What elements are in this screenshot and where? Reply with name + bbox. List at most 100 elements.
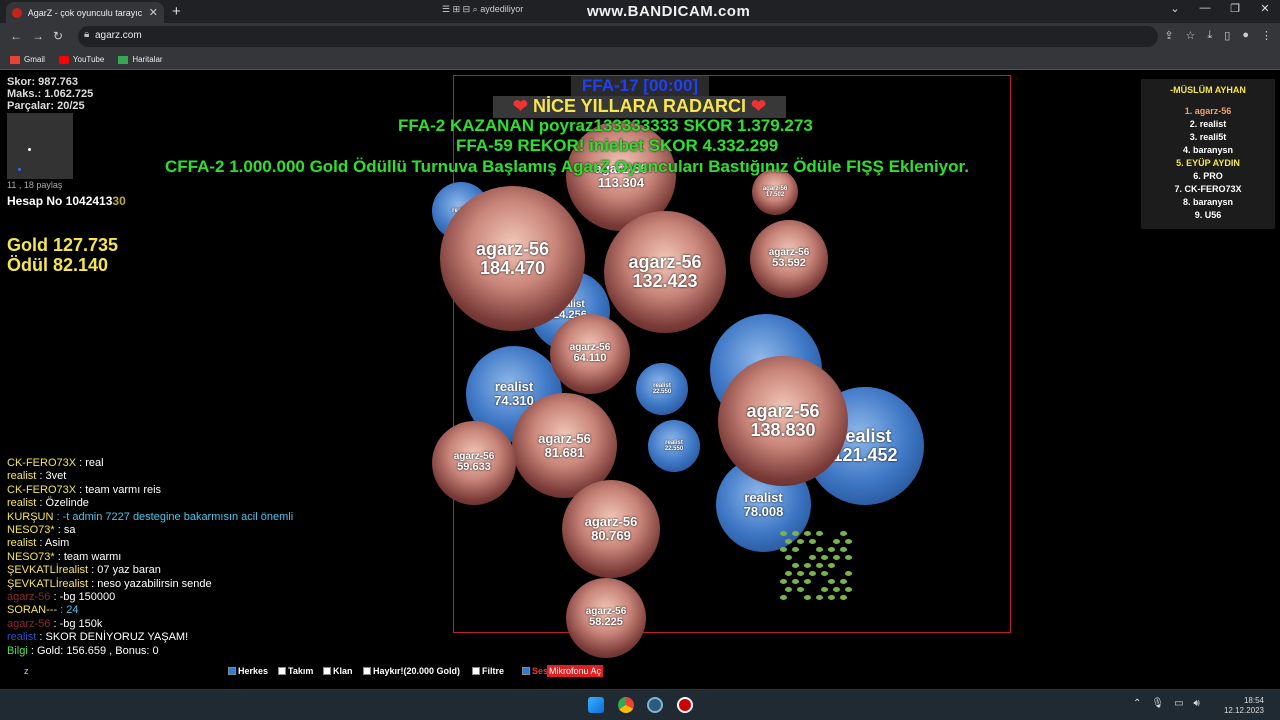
- cell-mass: 22.550: [664, 446, 684, 452]
- leaderboard-row: 9. U56: [1194, 210, 1222, 220]
- food-pellet: [780, 595, 787, 600]
- chat-user[interactable]: KURŞUN: [7, 511, 53, 523]
- chevron-up-icon[interactable]: ⌃: [1133, 698, 1141, 709]
- bookmark-maps[interactable]: Haritalar: [118, 55, 163, 64]
- score-panel: Skor: 987.763 Maks.: 1.062.725 Parçalar:…: [7, 76, 93, 112]
- food-pellet: [797, 587, 804, 592]
- address-bar-row: ← → ↻ 🔒︎ agarz.com ⇪ ☆ ⤓ ▯ ● ⋮: [0, 23, 1280, 50]
- checkbox-checked-icon: [228, 667, 236, 675]
- chat-input-hint[interactable]: z: [24, 666, 29, 676]
- sidepanel-icon[interactable]: ▯: [1224, 29, 1230, 42]
- chat-user[interactable]: NESO73*: [7, 551, 55, 563]
- omnibox[interactable]: 🔒︎ agarz.com: [78, 26, 1158, 47]
- player-cell: realist 22.550: [648, 420, 700, 472]
- player-cell: agarz-56 138.830: [718, 356, 848, 486]
- banner-message: NİCE YILLARA RADARCI: [532, 96, 746, 116]
- cell-mass: 184.470: [479, 257, 546, 278]
- gold-panel: Gold 127.735 Ödül 82.140: [7, 235, 118, 275]
- cell-mass: 59.633: [457, 461, 491, 474]
- volume-icon[interactable]: 🔊︎: [1194, 698, 1200, 709]
- maximize-button[interactable]: ❐: [1220, 2, 1250, 15]
- chat-user[interactable]: realist: [7, 631, 36, 643]
- mic-toggle-button[interactable]: Mikrofonu Aç: [547, 665, 604, 677]
- bookmark-star-icon[interactable]: ☆: [1186, 29, 1196, 42]
- bandicam-taskbar-icon[interactable]: [677, 697, 693, 713]
- tab-title: AgarZ - çok oyunculu tarayıcı oy: [27, 7, 143, 18]
- new-tab-button[interactable]: +: [172, 3, 181, 20]
- browser-actions: ⇪ ☆ ⤓ ▯ ● ⋮: [1164, 29, 1272, 42]
- filter-all-checkbox[interactable]: Herkes: [228, 666, 268, 676]
- back-icon[interactable]: ←: [10, 29, 22, 43]
- filter-team-checkbox[interactable]: Takım: [278, 666, 313, 676]
- forward-icon[interactable]: →: [32, 29, 44, 43]
- filter-checkbox[interactable]: Filtre: [472, 666, 504, 676]
- food-pellet: [821, 571, 828, 576]
- microphone-icon[interactable]: 🎙︎: [1151, 698, 1164, 709]
- download-icon[interactable]: ⤓: [1207, 29, 1212, 42]
- close-window-button[interactable]: ✕: [1250, 2, 1280, 15]
- chat-user[interactable]: NESO73*: [7, 524, 55, 536]
- chat-user[interactable]: agarz-56: [7, 618, 50, 630]
- cell-mass: 138.830: [750, 420, 816, 440]
- chat-user[interactable]: ŞEVKATLİrealist: [7, 564, 88, 576]
- cell-mass: 121.452: [832, 445, 898, 465]
- chat-message: NESO73* : sa: [7, 524, 293, 537]
- cell-mass: 132.423: [632, 271, 698, 291]
- minimize-button[interactable]: —: [1190, 2, 1220, 15]
- chat-text: : -bg 150000: [50, 591, 116, 604]
- chat-user[interactable]: Bilgi: [7, 645, 28, 657]
- food-pellet: [804, 563, 811, 568]
- leaderboard-row: 6. PRO: [1193, 171, 1223, 181]
- menu-icon[interactable]: ⋮: [1261, 29, 1272, 42]
- chat-message: realist : Özelinde: [7, 497, 293, 510]
- chat-message: CK-FERO73X : team varmı reis: [7, 484, 293, 497]
- app-taskbar-icon[interactable]: [647, 697, 663, 713]
- chat-user[interactable]: SORAN---: [7, 604, 57, 616]
- food-pellet: [809, 539, 816, 544]
- chat-user[interactable]: realist: [7, 497, 36, 509]
- food-pellet: [840, 595, 847, 600]
- leaderboard-row: 3. reali5t: [1189, 132, 1227, 142]
- chat-user[interactable]: CK-FERO73X: [7, 484, 76, 496]
- player-cell: agarz-56 64.110: [550, 314, 630, 394]
- food-pellet: [845, 587, 852, 592]
- leaderboard-row: 5. EYÜP AYDIN: [1176, 158, 1240, 168]
- tab-search-icon[interactable]: ⌄: [1160, 2, 1190, 15]
- browser-tab[interactable]: AgarZ - çok oyunculu tarayıcı oy ✕: [6, 2, 164, 23]
- chat-user[interactable]: realist: [7, 470, 36, 482]
- chat-user[interactable]: CK-FERO73X: [7, 457, 76, 469]
- food-pellet: [816, 531, 823, 536]
- sound-checkbox[interactable]: Ses: [522, 666, 548, 676]
- food-pellet: [816, 595, 823, 600]
- shout-checkbox[interactable]: Haykır!(20.000 Gold): [363, 666, 460, 676]
- player-cell: agarz-56 58.225: [566, 578, 646, 658]
- cell-mass: 53.592: [772, 257, 806, 270]
- cell-mass: 74.310: [494, 393, 534, 408]
- food-pellet: [833, 539, 840, 544]
- filter-clan-checkbox[interactable]: Klan: [323, 666, 353, 676]
- windows-start-icon[interactable]: [588, 697, 604, 713]
- chat-text: : -bg 150k: [50, 617, 103, 630]
- chat-text: : real: [76, 457, 104, 469]
- cell-mass: 17.502: [765, 192, 785, 198]
- chat-message: KURŞUN : -t admin 7227 destegine bakarmı…: [7, 511, 293, 524]
- celebration-banner: ❤ NİCE YILLARA RADARCI ❤: [493, 96, 786, 118]
- clock[interactable]: 18:54 12.12.2023: [1224, 696, 1264, 716]
- network-icon[interactable]: ▭: [1174, 698, 1183, 709]
- chat-text: : -t admin 7227 destegine bakarmısın aci…: [53, 510, 294, 523]
- chrome-taskbar-icon[interactable]: [618, 697, 634, 713]
- cell-mass: 113.304: [597, 175, 645, 190]
- reload-icon[interactable]: ↻: [53, 29, 63, 43]
- checkbox-icon: [363, 667, 371, 675]
- chat-user[interactable]: ŞEVKATLİrealist: [7, 578, 88, 590]
- chat-user[interactable]: realist: [7, 537, 36, 549]
- bookmark-label: Haritalar: [132, 55, 163, 64]
- share-icon[interactable]: ⇪: [1164, 29, 1173, 42]
- game-canvas[interactable]: realistrealist24.256realistrealist74.310…: [0, 71, 1280, 689]
- bookmark-youtube[interactable]: YouTube: [58, 55, 104, 64]
- bookmark-gmail[interactable]: Gmail: [10, 55, 45, 64]
- close-tab-icon[interactable]: ✕: [149, 6, 158, 19]
- profile-icon[interactable]: ●: [1242, 29, 1249, 42]
- chat-text: : neso yazabilirsin sende: [88, 577, 212, 590]
- chat-user[interactable]: agarz-56: [7, 591, 50, 603]
